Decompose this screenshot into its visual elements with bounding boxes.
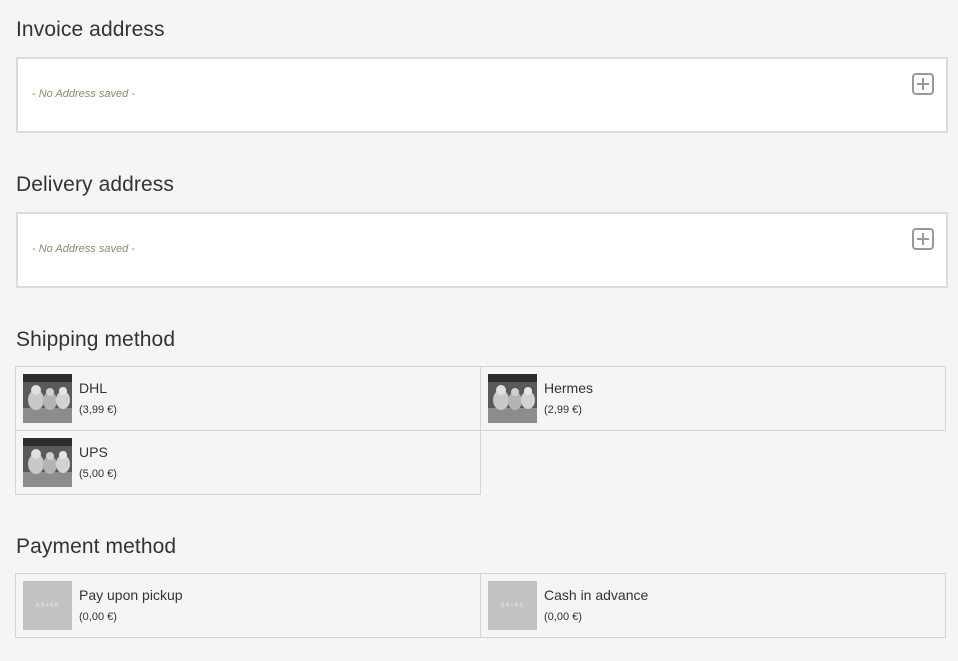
add-invoice-address-button[interactable] — [912, 73, 934, 95]
shipping-option-ups[interactable]: UPS (5,00 €) — [15, 430, 481, 495]
payment-option-pay-upon-pickup[interactable]: 60×60 Pay upon pickup (0,00 €) — [15, 573, 481, 638]
invoice-address-box: - No Address saved - — [16, 57, 948, 133]
shipping-option-price: (5,00 €) — [79, 468, 117, 480]
placeholder-image-icon: 60×60 — [23, 581, 72, 630]
add-delivery-address-button[interactable] — [912, 228, 934, 250]
payment-option-cash-in-advance[interactable]: 60×60 Cash in advance (0,00 €) — [480, 573, 946, 638]
cats-photo-icon — [23, 374, 72, 423]
shipping-option-name: DHL — [79, 380, 108, 396]
shipping-method-title: Shipping method — [16, 328, 176, 351]
shipping-option-hermes[interactable]: Hermes (2,99 €) — [480, 366, 946, 431]
placeholder-image-icon: 60×60 — [488, 581, 537, 630]
payment-option-price: (0,00 €) — [544, 611, 582, 623]
payment-option-name: Pay upon pickup — [79, 587, 183, 603]
payment-option-price: (0,00 €) — [79, 611, 117, 623]
invoice-no-address-text: - No Address saved - — [32, 88, 135, 100]
delivery-address-box: - No Address saved - — [16, 212, 948, 288]
payment-options: 60×60 Pay upon pickup (0,00 €) 60×60 Cas… — [15, 573, 946, 638]
payment-method-title: Payment method — [16, 535, 177, 558]
delivery-no-address-text: - No Address saved - — [32, 243, 135, 255]
invoice-address-title: Invoice address — [16, 18, 165, 41]
shipping-option-name: UPS — [79, 444, 108, 460]
cats-photo-icon — [488, 374, 537, 423]
shipping-options: DHL (3,99 €) Hermes (2,99 €) UPS (5,00 €… — [15, 366, 946, 495]
shipping-option-price: (3,99 €) — [79, 404, 117, 416]
shipping-option-price: (2,99 €) — [544, 404, 582, 416]
delivery-address-title: Delivery address — [16, 173, 174, 196]
payment-option-name: Cash in advance — [544, 587, 649, 603]
shipping-option-name: Hermes — [544, 380, 594, 396]
cats-photo-icon — [23, 438, 72, 487]
shipping-option-dhl[interactable]: DHL (3,99 €) — [15, 366, 481, 431]
